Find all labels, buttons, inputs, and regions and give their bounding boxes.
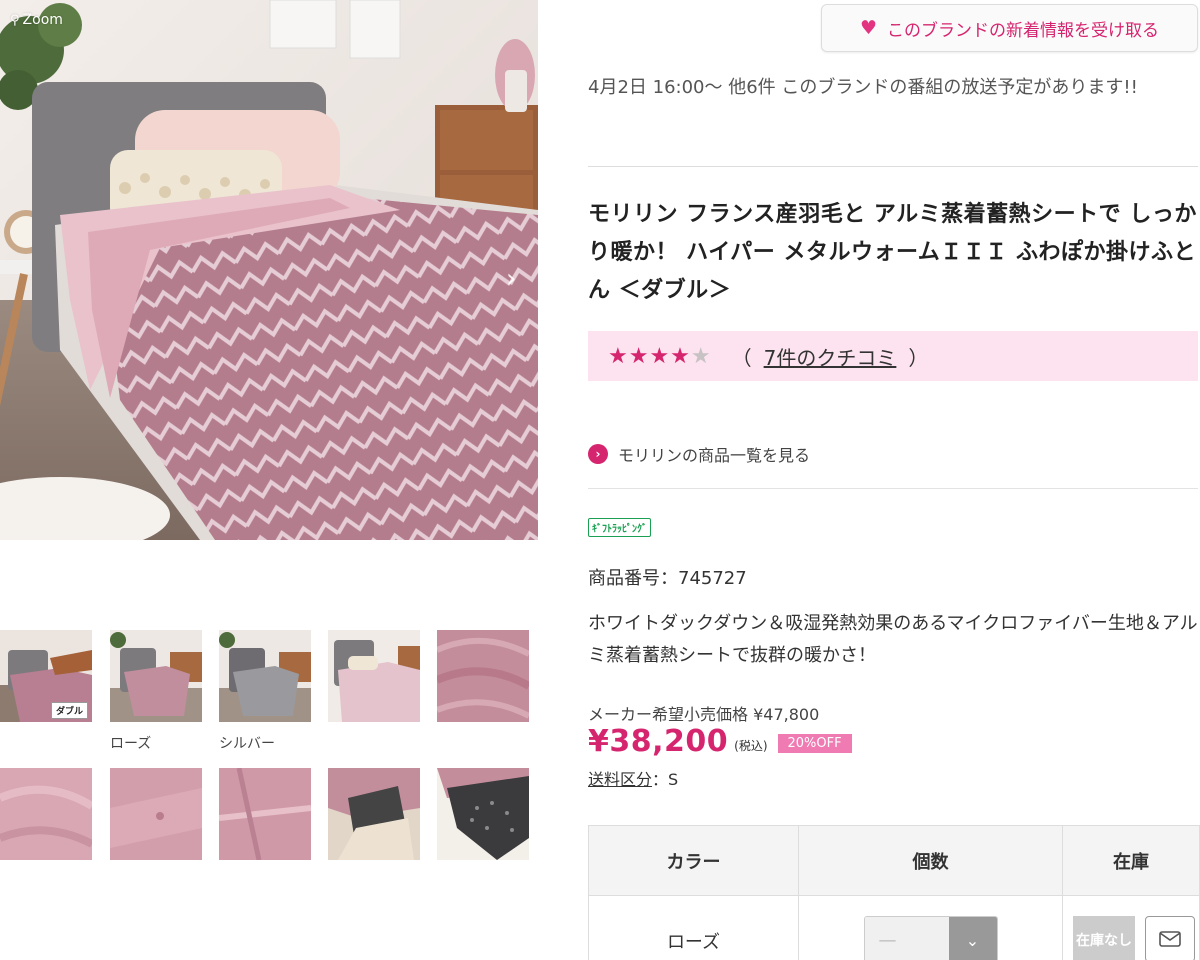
out-of-stock-badge: 在庫なし	[1073, 916, 1135, 960]
reviews: （7件のクチコミ）	[731, 345, 929, 370]
main-product-image[interactable]: ⚲ Zoom ›	[0, 0, 538, 540]
follow-brand-button[interactable]: ♥ このブランドの新着情報を受け取る	[821, 4, 1198, 52]
chevron-right-icon: ›	[588, 444, 608, 464]
column-header-stock: 在庫	[1062, 825, 1200, 896]
gift-wrapping-badge: ｷﾞﾌﾄﾗｯﾋﾟﾝｸﾞ	[588, 518, 651, 537]
shipping-class: 送料区分：S	[588, 770, 679, 789]
thumbnail-6[interactable]	[0, 768, 92, 860]
rating-bar: ★★★★★ （7件のクチコミ）	[588, 331, 1198, 381]
magnifier-icon: ⚲	[10, 12, 20, 28]
quantity-select[interactable]: — ⌄	[863, 916, 998, 960]
maker-retail-price: メーカー希望小売価格 ¥47,800	[588, 705, 820, 724]
thumbnail-2[interactable]	[110, 630, 202, 722]
color-cell: ローズ	[588, 895, 799, 960]
column-header-color: カラー	[588, 825, 799, 896]
brand-products-link[interactable]: › モリリンの商品一覧を見る	[588, 442, 810, 466]
thumbnail-4[interactable]	[328, 630, 420, 722]
star-empty-icon: ★	[690, 343, 712, 369]
price-value: ¥38,200	[588, 724, 729, 759]
tax-label: (税込)	[734, 739, 768, 753]
product-number: 商品番号：745727	[588, 568, 747, 589]
rating-stars: ★★★★★	[608, 344, 712, 369]
product-title: モリリン フランス産羽毛と アルミ蒸着蓄熱シートで しっかり暖か！ ハイパー メ…	[588, 202, 1197, 303]
quantity-cell: — ⌄	[798, 895, 1063, 960]
thumbnail-10[interactable]	[437, 768, 529, 860]
mail-icon	[1159, 931, 1181, 947]
table-row: ローズ — ⌄ 在庫なし	[588, 895, 1200, 960]
star-icon: ★★★★	[608, 343, 691, 369]
sale-price: ¥38,200 (税込) 20%OFF	[588, 724, 852, 759]
product-description: ホワイトダックダウン＆吸湿発熱効果のあるマイクロファイバー生地＆アルミ蒸着蓄熱シ…	[588, 613, 1198, 666]
thumbnail-8[interactable]	[219, 768, 311, 860]
shipping-class-link[interactable]: 送料区分	[588, 770, 652, 789]
heart-icon: ♥	[859, 17, 878, 39]
thumbnail-7[interactable]	[110, 768, 202, 860]
discount-badge: 20%OFF	[777, 734, 852, 753]
next-image-arrow[interactable]: ›	[506, 266, 516, 292]
thumbnail-1[interactable]: ダブル	[0, 630, 92, 722]
broadcast-schedule: 4月2日 16:00～ 他6件 このブランドの番組の放送予定があります!!	[588, 77, 1138, 98]
thumbnail-caption-silver: シルバー	[219, 736, 275, 752]
divider	[588, 488, 1198, 489]
divider	[588, 166, 1198, 167]
thumbnail-9[interactable]	[328, 768, 420, 860]
restock-notify-button[interactable]	[1145, 916, 1195, 960]
thumbnail-caption-rose: ローズ	[110, 736, 152, 752]
reviews-link[interactable]: 7件のクチコミ	[764, 346, 897, 370]
zoom-label[interactable]: ⚲ Zoom	[10, 12, 63, 28]
thumbnail-5[interactable]	[437, 630, 529, 722]
stock-table: カラー 個数 在庫 ローズ — ⌄ 在庫なし	[588, 825, 1200, 960]
size-tag-double: ダブル	[50, 702, 88, 719]
thumbnail-3[interactable]	[219, 630, 311, 722]
chevron-down-icon: ⌄	[948, 917, 997, 960]
stock-cell: 在庫なし	[1062, 895, 1200, 960]
column-header-quantity: 個数	[798, 825, 1063, 896]
